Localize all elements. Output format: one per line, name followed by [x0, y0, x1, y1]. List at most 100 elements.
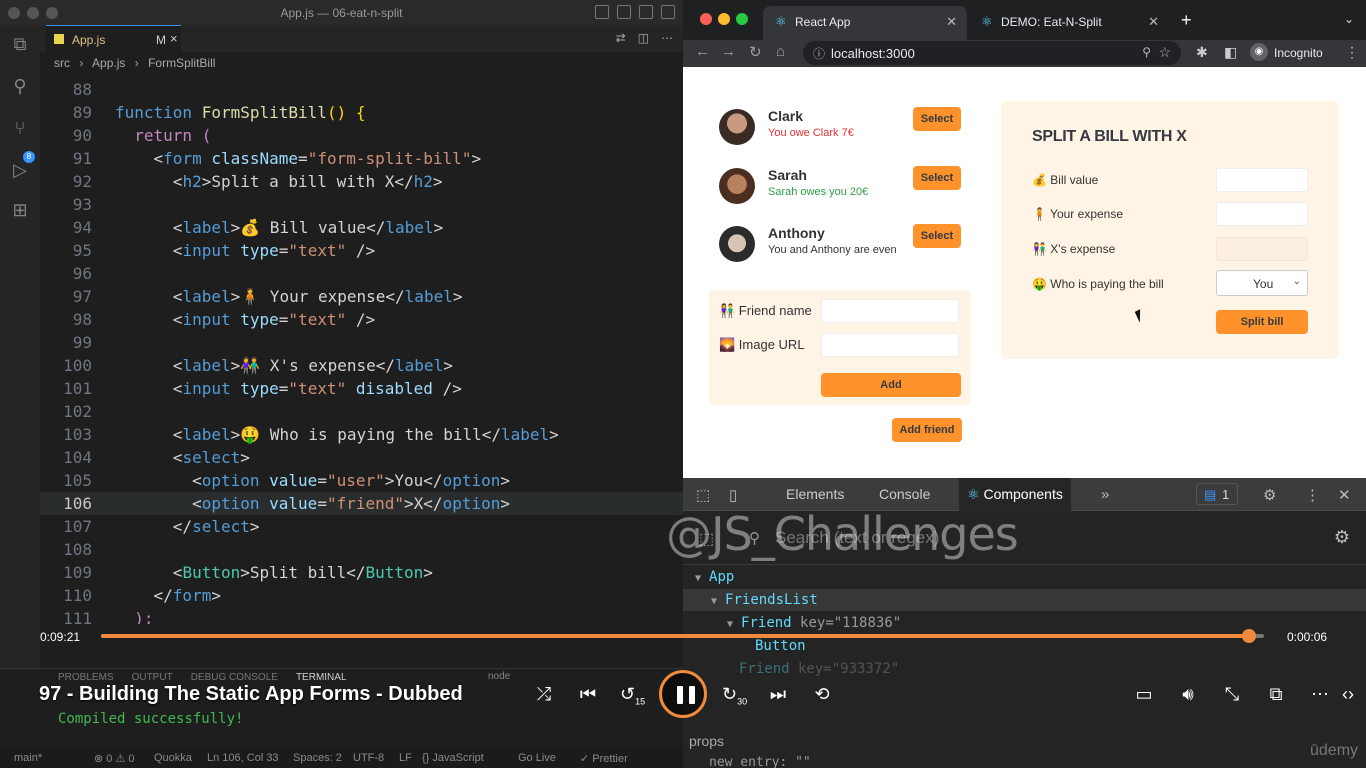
components-settings-icon[interactable]: ⚙: [1334, 527, 1350, 548]
side-panel-icon[interactable]: ◧: [1224, 44, 1237, 61]
browser-tab-active[interactable]: ⚛ React App ✕: [763, 6, 967, 40]
issues-badge[interactable]: ▤ 1: [1196, 483, 1238, 505]
tab-search-chevron-icon[interactable]: ⌄: [1344, 12, 1354, 26]
tab-problems[interactable]: PROBLEMS: [58, 672, 114, 683]
compare-changes-icon[interactable]: ⇄: [616, 31, 626, 45]
status-branch[interactable]: main*: [14, 752, 42, 764]
breadcrumb-symbol[interactable]: FormSplitBill: [148, 56, 215, 70]
status-quokka[interactable]: Quokka: [154, 752, 192, 764]
reload-icon[interactable]: ↻: [749, 43, 762, 61]
back-icon[interactable]: ←: [695, 43, 710, 60]
more-tabs-icon[interactable]: »: [1101, 486, 1109, 503]
tab-debug-console[interactable]: DEBUG CONSOLE: [191, 672, 278, 683]
window-minimize-dot[interactable]: [718, 13, 730, 25]
toggle-sidebar-icon[interactable]: [595, 5, 609, 19]
new-prop-entry[interactable]: new entry: "": [709, 755, 811, 768]
terminal-selector[interactable]: node: [488, 671, 510, 682]
address-bar[interactable]: ⓘ localhost:3000 ⚲ ☆: [803, 41, 1181, 65]
inspect-element-icon[interactable]: ⬚: [696, 486, 710, 504]
rewind-icon[interactable]: ↺15: [620, 684, 645, 707]
tree-node[interactable]: ▼ App: [695, 566, 734, 588]
previous-icon[interactable]: ⏮: [576, 684, 600, 705]
run-debug-icon[interactable]: ▷: [9, 159, 31, 181]
payer-select[interactable]: You ⌄: [1216, 270, 1308, 296]
next-icon[interactable]: ⏭: [766, 684, 790, 705]
toggle-secondary-sidebar-icon[interactable]: [639, 5, 653, 19]
extensions-puzzle-icon[interactable]: ✱: [1196, 44, 1208, 61]
source-control-icon[interactable]: ⑂: [9, 117, 31, 139]
more-actions-icon[interactable]: ⋯: [661, 31, 673, 45]
select-friend-button[interactable]: Select: [913, 166, 961, 190]
tab-terminal[interactable]: TERMINAL: [296, 672, 347, 683]
tree-node[interactable]: Friend key="933372": [739, 658, 899, 680]
tab-console[interactable]: Console: [879, 486, 930, 502]
bookmark-star-icon[interactable]: ☆: [1158, 44, 1171, 61]
extensions-icon[interactable]: ⊞: [9, 199, 31, 221]
status-problems[interactable]: ⊗ 0 ⚠ 0: [94, 752, 134, 765]
tree-node-selected[interactable]: ▼ FriendsList: [683, 589, 1366, 611]
fullscreen-exit-icon[interactable]: ⤡: [1220, 684, 1244, 705]
browser-menu-icon[interactable]: ⋮: [1345, 44, 1359, 61]
home-icon[interactable]: ⌂: [776, 43, 785, 60]
tab-close-icon[interactable]: ×: [170, 31, 178, 46]
status-indentation[interactable]: Spaces: 2: [293, 752, 342, 764]
volume-icon[interactable]: 🔊︎: [1176, 684, 1200, 705]
search-icon[interactable]: ⚲: [9, 75, 31, 97]
status-go-live[interactable]: Go Live: [518, 752, 556, 764]
status-encoding[interactable]: UTF-8: [353, 752, 384, 764]
zoom-icon[interactable]: ⚲: [1142, 45, 1151, 59]
friend-name: Anthony: [768, 225, 825, 241]
devtools-menu-icon[interactable]: ⋮: [1305, 486, 1320, 504]
site-info-icon[interactable]: ⓘ: [813, 45, 825, 62]
image-url-input[interactable]: [821, 333, 959, 357]
tab-output[interactable]: OUTPUT: [132, 672, 173, 683]
tree-node[interactable]: Button: [755, 635, 806, 657]
repeat-icon[interactable]: ⟲: [810, 684, 834, 705]
select-friend-button[interactable]: Select: [913, 107, 961, 131]
url-text[interactable]: localhost:3000: [831, 46, 915, 61]
more-options-icon[interactable]: ⋯: [1308, 684, 1332, 705]
pause-button[interactable]: [659, 670, 707, 718]
shuffle-icon[interactable]: ⤮: [532, 684, 556, 705]
window-zoom-dot[interactable]: [736, 13, 748, 25]
tab-close-icon[interactable]: ✕: [1148, 14, 1159, 30]
settings-gear-icon[interactable]: ⚙: [1263, 486, 1276, 504]
split-bill-form: SPLIT A BILL WITH X 💰 Bill value 🧍 Your …: [1001, 101, 1339, 359]
tab-close-icon[interactable]: ✕: [946, 14, 957, 30]
status-eol[interactable]: LF: [399, 752, 412, 764]
your-expense-input[interactable]: [1216, 202, 1308, 226]
forward-icon[interactable]: →: [721, 43, 736, 60]
picture-in-picture-icon[interactable]: ⧉: [1264, 684, 1288, 705]
split-bill-button[interactable]: Split bill: [1216, 310, 1308, 334]
status-language[interactable]: {} JavaScript: [422, 752, 484, 764]
window-close-dot[interactable]: [700, 13, 712, 25]
breadcrumb-folder[interactable]: src: [54, 56, 70, 70]
forward-icon[interactable]: ↻30: [722, 684, 747, 707]
tab-elements[interactable]: Elements: [786, 486, 844, 502]
friend-name-input[interactable]: [821, 299, 959, 323]
add-button[interactable]: Add: [821, 373, 961, 397]
toggle-panel-icon[interactable]: [617, 5, 631, 19]
breadcrumb-file[interactable]: App.js: [92, 56, 125, 70]
select-friend-button[interactable]: Select: [913, 224, 961, 248]
new-tab-icon[interactable]: +: [1181, 10, 1192, 31]
split-editor-icon[interactable]: ◫: [638, 31, 649, 45]
tree-node[interactable]: ▼ Friend key="118836": [727, 612, 901, 634]
bill-value-input[interactable]: [1216, 168, 1308, 192]
status-cursor-position[interactable]: Ln 106, Col 33: [207, 752, 279, 764]
close-devtools-icon[interactable]: ✕: [1338, 486, 1351, 504]
status-prettier[interactable]: ✓ Prettier: [580, 752, 628, 765]
browser-tab[interactable]: ⚛ DEMO: Eat-N-Split ✕: [969, 6, 1169, 40]
code-editor[interactable]: 88 89 function FormSplitBill() { 90 retur…: [40, 76, 683, 624]
code-toggle-icon[interactable]: ‹›: [1336, 684, 1360, 705]
captions-icon[interactable]: ▭: [1132, 684, 1156, 705]
device-toolbar-icon[interactable]: ▯: [729, 486, 737, 504]
explorer-icon[interactable]: ⧉: [9, 33, 31, 55]
progress-thumb[interactable]: [1241, 629, 1256, 643]
tab-app-js[interactable]: App.js M ×: [46, 25, 181, 52]
progress-bar[interactable]: [101, 629, 1264, 643]
customize-layout-icon[interactable]: [661, 5, 675, 19]
code-line: 93: [40, 193, 683, 216]
add-friend-button[interactable]: Add friend: [892, 418, 962, 442]
code-line: 111 );: [40, 607, 683, 624]
